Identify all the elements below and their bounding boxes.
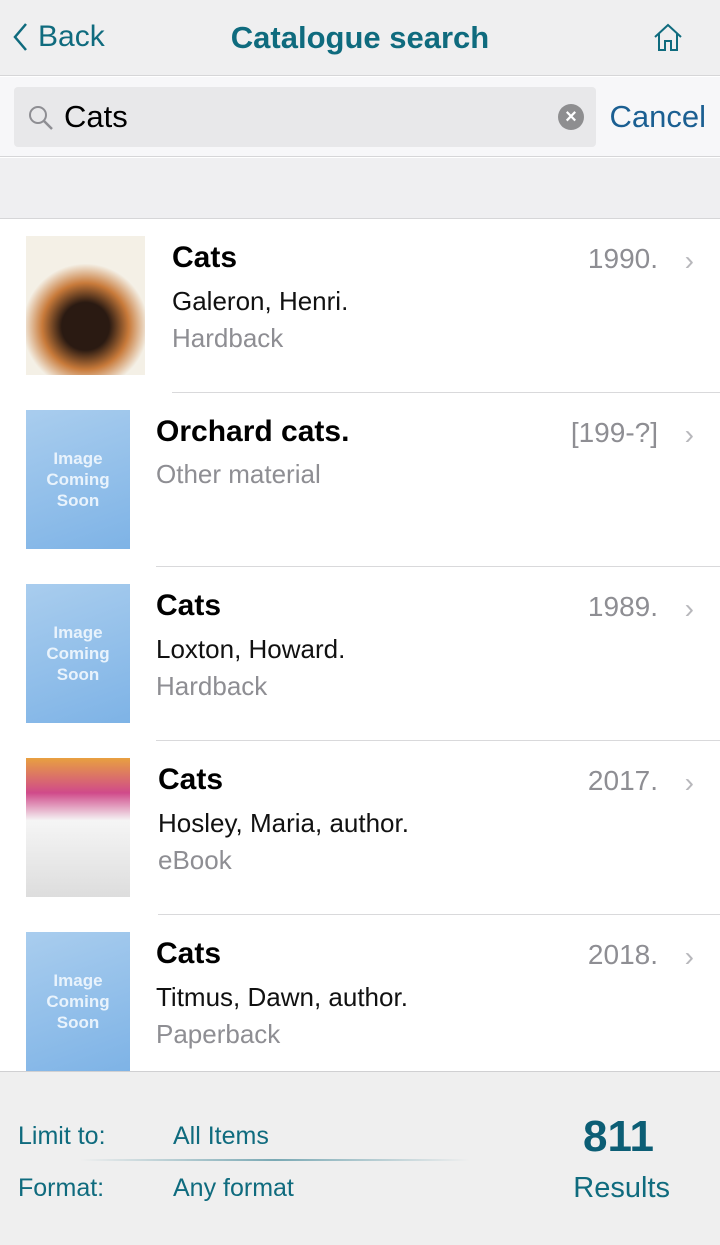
result-row[interactable]: Image Coming Soon Cats Loxton, Howard. Har…	[0, 567, 720, 741]
limit-label: Limit to:	[18, 1122, 106, 1150]
result-year: [199-?]	[570, 417, 658, 448]
result-title: Cats	[172, 241, 238, 274]
result-format: Hardback	[172, 323, 284, 353]
nav-bar: Back Catalogue search	[0, 0, 720, 76]
result-year: 1990.	[587, 243, 658, 274]
spacer	[0, 158, 720, 219]
result-author: Titmus, Dawn, author.	[156, 982, 408, 1012]
cover-image	[26, 758, 130, 897]
result-title: Cats	[158, 763, 224, 796]
search-bar: × Cancel	[0, 77, 720, 157]
result-title: Cats	[156, 937, 222, 970]
cover-placeholder: Image Coming Soon	[26, 410, 130, 549]
result-year: 2018.	[587, 939, 658, 970]
result-author: Galeron, Henri.	[172, 286, 349, 316]
result-format: Hardback	[156, 671, 268, 701]
format-select[interactable]: Any format	[173, 1174, 294, 1203]
filter-footer: Limit to: All Items Format: Any format 8…	[0, 1071, 720, 1245]
search-field[interactable]: ×	[14, 87, 596, 147]
results-label: Results	[573, 1172, 670, 1204]
chevron-right-icon: ›	[684, 593, 694, 624]
format-label: Format:	[18, 1174, 105, 1202]
result-row[interactable]: Cats Hosley, Maria, author. eBook 2017. …	[0, 741, 720, 915]
result-author: Loxton, Howard.	[156, 634, 346, 664]
home-icon[interactable]	[652, 22, 684, 52]
chevron-right-icon: ›	[684, 245, 694, 276]
result-format: Other material	[156, 459, 321, 489]
result-year: 1989.	[587, 591, 658, 622]
chevron-right-icon: ›	[684, 941, 694, 972]
cover-image	[26, 236, 145, 375]
search-input[interactable]	[64, 95, 544, 139]
cover-placeholder: Image Coming Soon	[26, 932, 130, 1071]
cancel-button[interactable]: Cancel	[610, 99, 707, 135]
chevron-right-icon: ›	[684, 767, 694, 798]
results-count: 811	[583, 1112, 654, 1161]
result-format: eBook	[158, 845, 232, 875]
clear-icon[interactable]: ×	[558, 104, 584, 130]
result-author: Hosley, Maria, author.	[158, 808, 409, 838]
limit-select[interactable]: All Items	[173, 1122, 269, 1151]
page-title: Catalogue search	[230, 20, 490, 55]
search-icon	[29, 106, 53, 130]
result-row[interactable]: Cats Galeron, Henri. Hardback 1990. ›	[0, 219, 720, 393]
result-row[interactable]: Image Coming Soon Orchard cats. Other mate…	[0, 393, 720, 567]
divider	[80, 1159, 470, 1161]
result-year: 2017.	[587, 765, 658, 796]
cover-placeholder: Image Coming Soon	[26, 584, 130, 723]
chevron-right-icon: ›	[684, 419, 694, 450]
result-title: Cats	[156, 589, 222, 622]
result-row[interactable]: Image Coming Soon Cats Titmus, Dawn, autho…	[0, 915, 720, 1071]
result-title: Orchard cats.	[156, 415, 350, 448]
result-format: Paperback	[156, 1019, 281, 1049]
